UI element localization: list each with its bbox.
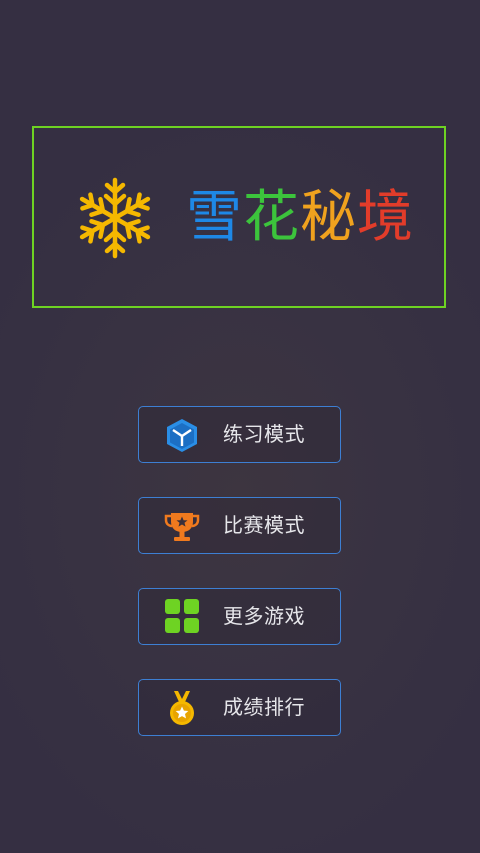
snowflake-icon: [70, 176, 160, 260]
practice-mode-button[interactable]: 练习模式: [138, 406, 341, 463]
title-char-3: 秘: [300, 185, 357, 250]
competition-mode-label: 比赛模式: [223, 513, 305, 537]
cube-icon: [163, 417, 201, 453]
competition-mode-button[interactable]: 比赛模式: [138, 497, 341, 554]
leaderboard-label: 成绩排行: [223, 695, 305, 719]
practice-mode-label: 练习模式: [223, 422, 305, 446]
leaderboard-button[interactable]: 成绩排行: [138, 679, 341, 736]
title-char-4: 境: [357, 185, 414, 250]
more-games-label: 更多游戏: [223, 604, 305, 628]
grid-icon: [163, 599, 201, 635]
title-char-1: 雪: [186, 185, 243, 250]
title-char-2: 花: [243, 185, 300, 250]
medal-icon: [163, 690, 201, 726]
trophy-icon: [163, 508, 201, 544]
app-title: 雪花秘境: [186, 182, 414, 254]
more-games-button[interactable]: 更多游戏: [138, 588, 341, 645]
